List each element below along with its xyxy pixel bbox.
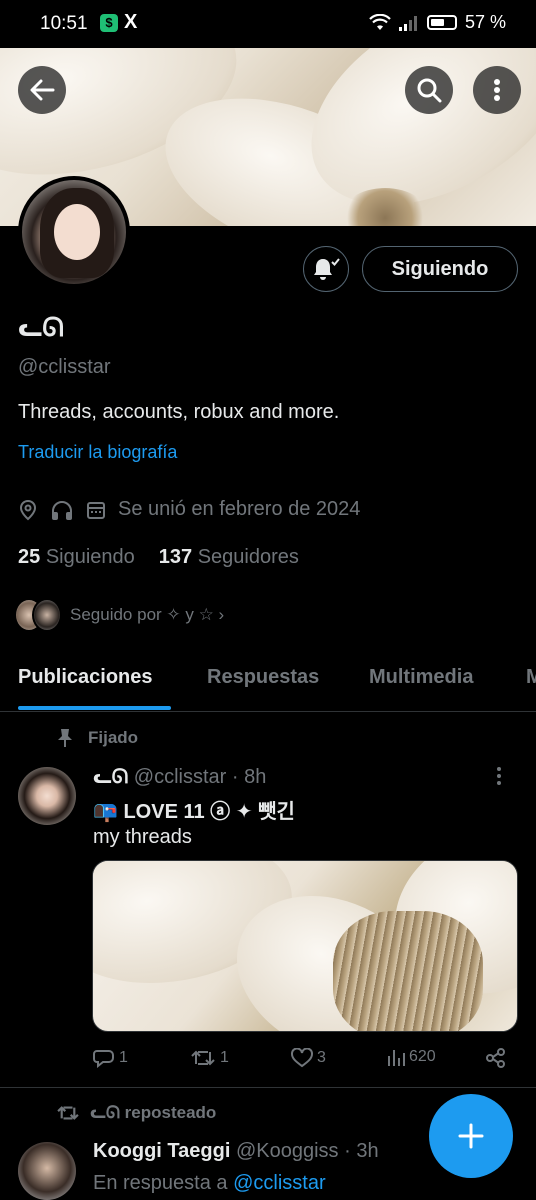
status-bar: 10:51 $ X 57 % (0, 0, 536, 48)
pin-icon (58, 729, 72, 747)
battery-icon (426, 15, 457, 30)
translate-bio-link[interactable]: Traducir la biografía (18, 442, 177, 463)
plus-icon (458, 1123, 484, 1149)
repost-label: ᓚᘏ reposteado (56, 1103, 216, 1123)
bell-check-icon (314, 258, 340, 280)
tweet-header: ᓚᘏ @cclisstar · 8h (93, 764, 266, 789)
headphones-icon (52, 500, 72, 520)
signal-icon (398, 15, 417, 31)
tweet-author-handle[interactable]: @cclisstar (134, 766, 227, 788)
retweet-icon (191, 1050, 215, 1066)
tweet-avatar[interactable] (18, 1142, 76, 1200)
tab-respuestas[interactable]: Respuestas (207, 666, 319, 689)
profile-tabs: Publicaciones Respuestas Multimedia M (0, 652, 536, 712)
followed-by-link[interactable]: Seguido por ✧ y ☆ › (14, 598, 224, 632)
following-button[interactable]: Siguiendo (362, 246, 518, 292)
battery-percent: 57 % (464, 12, 506, 32)
status-time: 10:51 (40, 13, 88, 34)
analytics-icon (388, 1050, 405, 1066)
more-vertical-icon (494, 79, 500, 101)
more-button[interactable] (473, 66, 521, 114)
reply-context: En respuesta a @cclisstar (93, 1172, 326, 1194)
reply-button[interactable]: 1 (93, 1048, 128, 1068)
tweet-time: · 8h (231, 766, 267, 788)
followers-count-link[interactable]: 137 Seguidores (159, 546, 299, 569)
wifi-icon (369, 13, 391, 30)
retweet-button[interactable]: 1 (190, 1048, 229, 1068)
profile-meta: Se unió en febrero de 2024 (18, 498, 360, 521)
location-pin-icon (19, 499, 37, 520)
more-vertical-icon (497, 767, 501, 785)
search-icon (417, 78, 442, 103)
profile-counts: 25 Siguiendo 137 Seguidores (18, 546, 299, 569)
money-app-icon: $ (100, 14, 118, 32)
views-button[interactable]: 620 (387, 1048, 436, 1066)
followed-by-avatars (14, 598, 62, 632)
profile-handle: @cclisstar (18, 356, 111, 378)
following-count-link[interactable]: 25 Siguiendo (18, 546, 135, 569)
search-button[interactable] (405, 66, 453, 114)
tweet-text-line1: 📭 LOVE 11 ⓐ ✦ 뺏긴 (93, 801, 295, 823)
followed-by-text: Seguido por ✧ y ☆ › (70, 605, 225, 624)
tab-publicaciones[interactable]: Publicaciones (18, 666, 153, 689)
retweet-icon (57, 1106, 79, 1120)
back-button[interactable] (18, 66, 66, 114)
tweet-text-line2: my threads (93, 826, 192, 848)
tweet-time: · 3h (344, 1140, 379, 1162)
arrow-left-icon (30, 79, 55, 101)
tweet-header: Kooggi Taeggi @Kooggiss · 3h (93, 1140, 379, 1163)
notifications-button[interactable] (303, 246, 349, 292)
tweet-author-name[interactable]: Kooggi Taeggi (93, 1140, 230, 1162)
tweet-more-button[interactable] (496, 766, 502, 792)
calendar-icon (87, 501, 105, 519)
reply-to-link[interactable]: @cclisstar (233, 1172, 326, 1194)
compose-button[interactable] (429, 1094, 513, 1178)
avatar (32, 598, 62, 632)
tweet-actions: 1 1 3 620 (93, 1048, 513, 1074)
profile-avatar[interactable] (18, 176, 130, 288)
x-logo-icon: X (124, 11, 138, 33)
tweet-avatar[interactable] (18, 767, 76, 825)
tweet-media-image[interactable] (92, 860, 518, 1032)
profile-name: ᓚᘏ (18, 312, 64, 342)
tweet-author-name[interactable]: ᓚᘏ (93, 766, 128, 788)
like-button[interactable]: 3 (291, 1048, 326, 1068)
heart-icon (291, 1048, 313, 1068)
profile-bio: Threads, accounts, robux and more. (18, 401, 340, 423)
tab-multimedia[interactable]: Multimedia (369, 666, 473, 689)
tweet-author-handle[interactable]: @Kooggiss (236, 1140, 339, 1162)
tab-more[interactable]: M (526, 666, 536, 689)
joined-date: Se unió en febrero de 2024 (118, 498, 361, 520)
status-right: 57 % (369, 12, 506, 33)
reply-icon (93, 1050, 114, 1068)
tweet-divider (0, 1087, 536, 1088)
pinned-label: Fijado (56, 728, 138, 748)
tab-active-indicator (18, 706, 171, 710)
share-icon (486, 1048, 505, 1068)
share-button[interactable] (485, 1048, 507, 1068)
